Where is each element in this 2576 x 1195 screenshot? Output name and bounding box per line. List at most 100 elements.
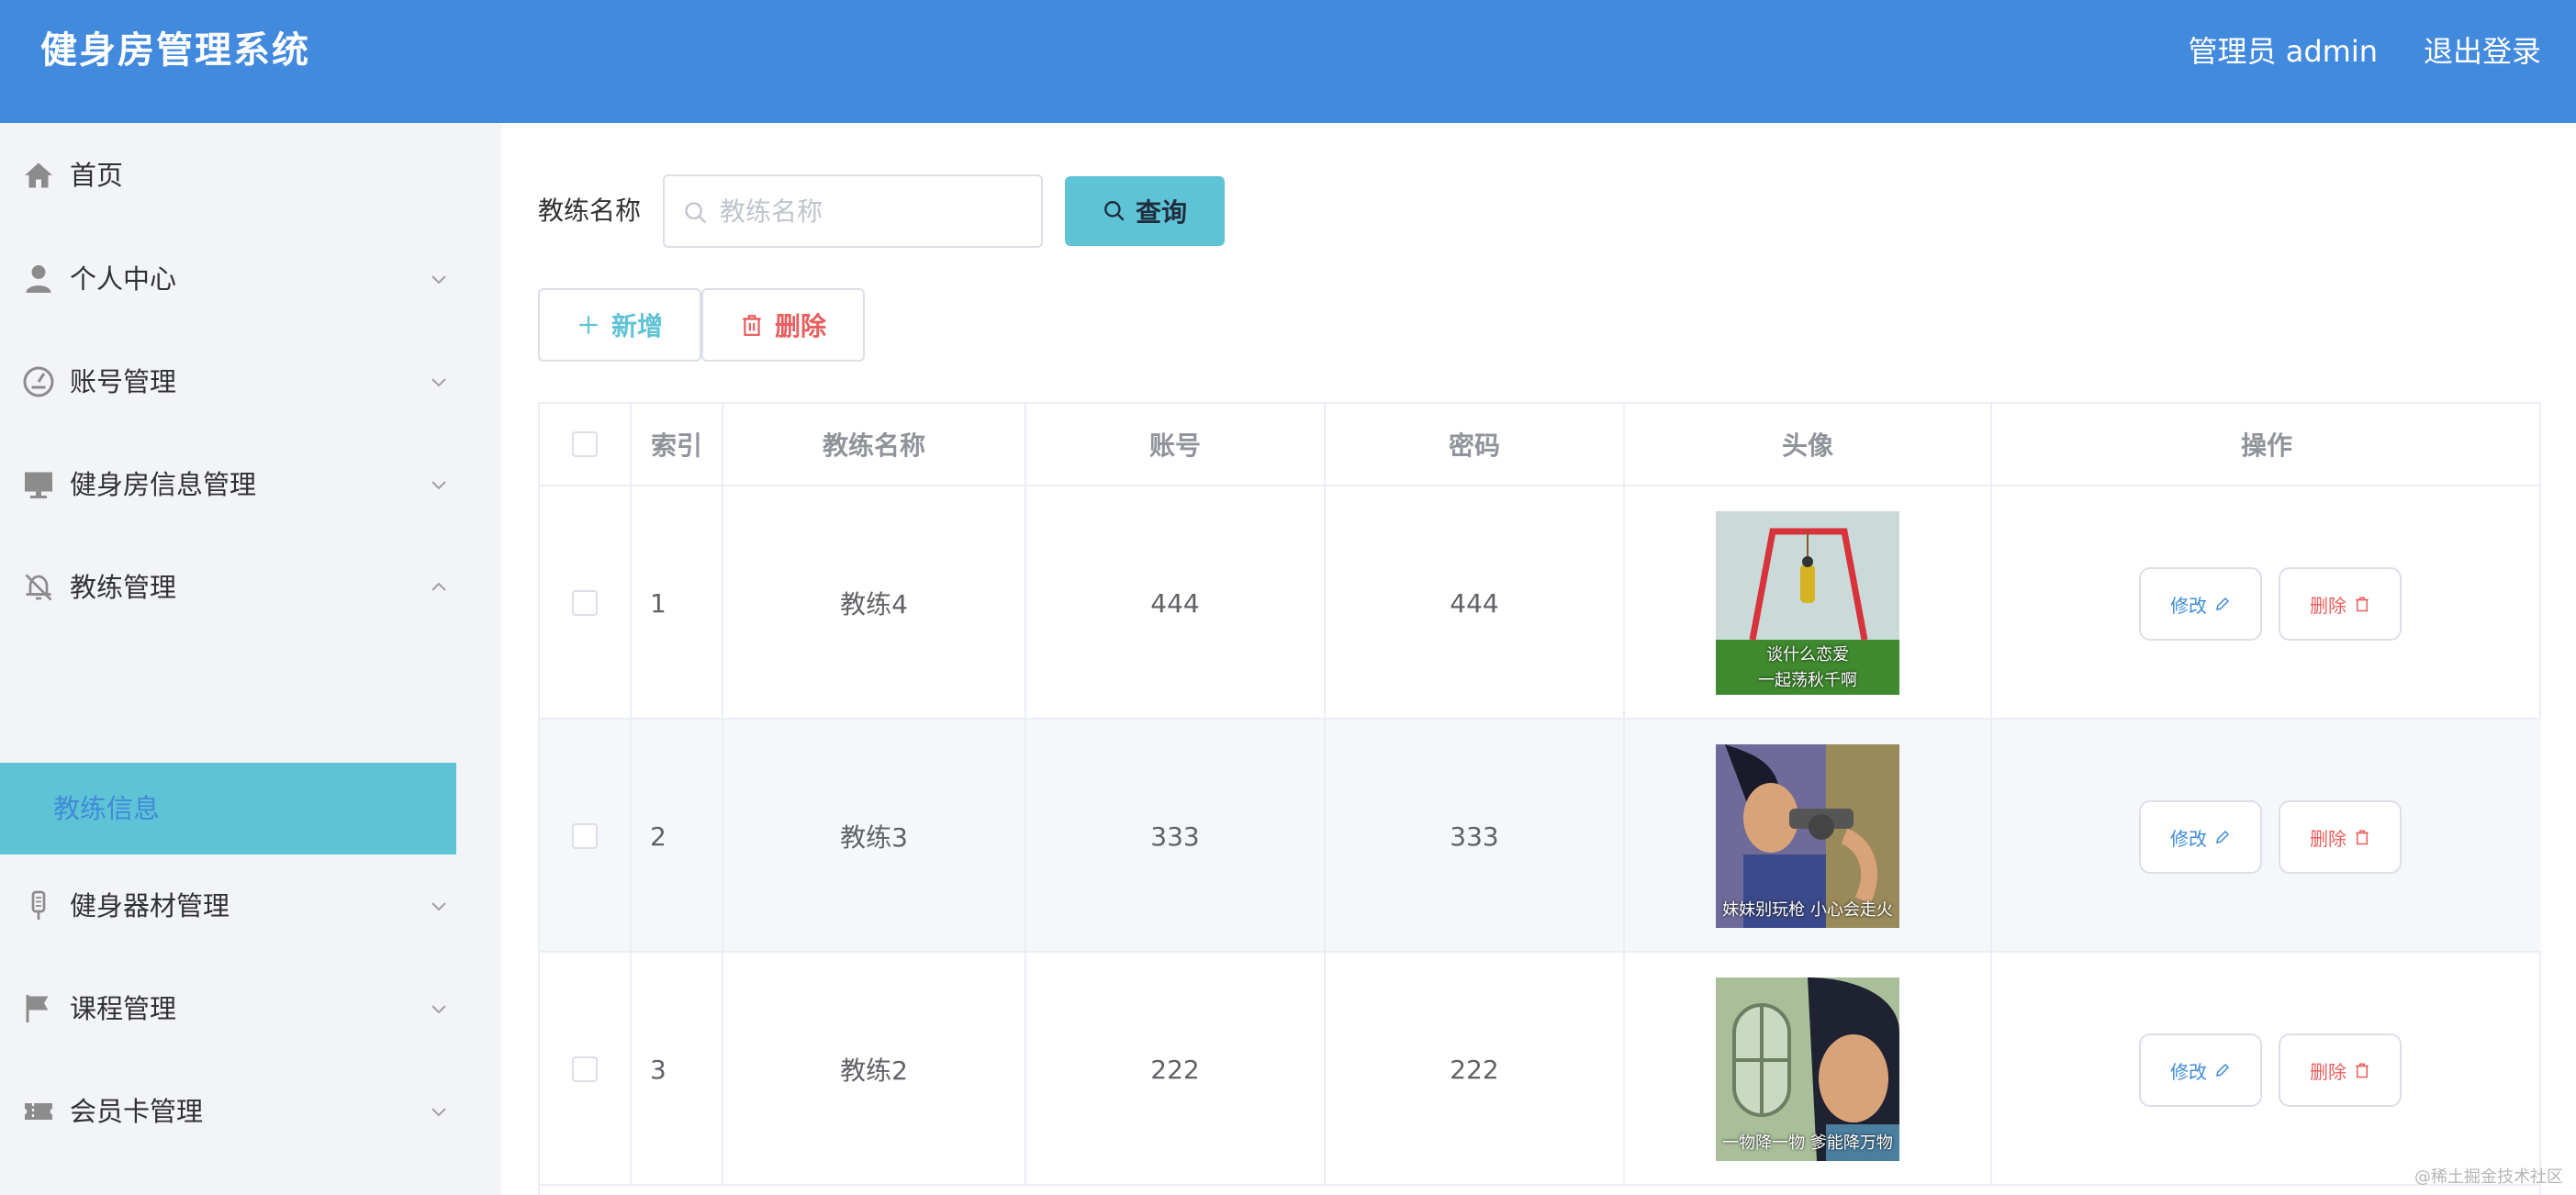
- sidebar-item-label: 账号管理: [70, 366, 177, 397]
- password-cell: 444: [1326, 486, 1625, 720]
- edit-button[interactable]: 修改: [2139, 567, 2262, 641]
- column-header[interactable]: 头像: [1625, 404, 1992, 486]
- search-input[interactable]: [720, 189, 1023, 233]
- flag-icon: [26, 995, 49, 1022]
- delete-button-label: 删除: [2310, 594, 2346, 617]
- logout-button[interactable]: 退出登录: [2424, 31, 2541, 72]
- sidebar-item-coach-management[interactable]: 教练管理: [0, 542, 456, 633]
- sidebar-item-label: 健身器材管理: [70, 890, 230, 921]
- sidebar-subitem-label: 教练信息: [53, 793, 161, 824]
- avatar: 妹妹别玩枪 小心会走火: [1716, 744, 1899, 928]
- table-row: 2 教练3 333 333 妹妹别玩枪 小心会走火 修改 删除: [540, 720, 2541, 953]
- avatar-caption: 一物降一物 爹能降万物: [1722, 1134, 1893, 1153]
- sidebar-item-gym-info-management[interactable]: 健身房信息管理: [0, 439, 456, 530]
- coach-name-cell: 教练4: [723, 486, 1026, 720]
- sidebar-item-home[interactable]: 首页: [0, 129, 456, 221]
- edit-button[interactable]: 修改: [2139, 800, 2262, 874]
- avatar: 谈什么恋爱 一起荡秋千啊: [1716, 511, 1899, 695]
- microphone-icon: [31, 890, 46, 920]
- main-content: 教练名称 查询 新增 删除 索引 教练名称 账号 密码 头像 操作 1 教练4 …: [501, 123, 2576, 1195]
- avatar-cell: 一物降一物 爹能降万物: [1625, 953, 1992, 1186]
- app-title: 健身房管理系统: [40, 29, 310, 72]
- sidebar-item-course-management[interactable]: 课程管理: [0, 963, 456, 1055]
- dashboard-icon: [23, 366, 54, 397]
- account-cell: 222: [1026, 953, 1326, 1186]
- avatar-caption: 一起荡秋千啊: [1758, 671, 1857, 690]
- table-row: 1 教练4 444 444 谈什么恋爱 一起荡秋千啊 修改 删除: [540, 486, 2541, 720]
- user-icon: [26, 265, 51, 293]
- operation-cell: 修改 删除: [1992, 953, 2541, 1186]
- coach-name-cell: 教练2: [723, 953, 1026, 1186]
- add-button[interactable]: 新增: [538, 288, 701, 362]
- avatar-caption: 谈什么恋爱: [1766, 645, 1849, 665]
- sidebar-item-label: 课程管理: [70, 993, 177, 1024]
- query-button[interactable]: 查询: [1065, 176, 1225, 246]
- coach-name-cell: 教练3: [723, 720, 1026, 953]
- search-icon: [1104, 201, 1125, 221]
- trash-icon: [2356, 1063, 2369, 1078]
- password-cell: 333: [1326, 720, 1625, 953]
- select-all-checkbox[interactable]: [572, 431, 598, 457]
- current-user: 管理员 admin: [2188, 34, 2378, 69]
- account-cell: 333: [1026, 720, 1326, 953]
- delete-button[interactable]: 删除: [2279, 1033, 2402, 1107]
- column-header[interactable]: 密码: [1326, 404, 1625, 486]
- trash-icon: [2356, 597, 2369, 612]
- trash-icon: [2356, 830, 2369, 845]
- sidebar-item-label: 健身房信息管理: [70, 469, 257, 500]
- edit-button-label: 修改: [2170, 1060, 2207, 1083]
- operation-cell: 修改 删除: [1992, 486, 2541, 720]
- edit-button[interactable]: 修改: [2139, 1033, 2262, 1107]
- edit-icon: [2216, 830, 2230, 843]
- batch-delete-button-label: 删除: [774, 311, 826, 341]
- edit-icon: [2216, 597, 2230, 610]
- index-cell: 3: [632, 953, 723, 1186]
- app-header: 健身房管理系统 管理员 admin 退出登录: [0, 0, 2576, 123]
- row-select-cell: [540, 720, 632, 953]
- edit-button-label: 修改: [2170, 594, 2207, 617]
- avatar-image: [1716, 511, 1899, 695]
- avatar-caption: 妹妹别玩枪 小心会走火: [1722, 900, 1893, 920]
- row-select-cell: [540, 953, 632, 1186]
- chevron-up-icon: [431, 582, 446, 591]
- search-box[interactable]: [663, 174, 1043, 248]
- sidebar-item-member-card-management[interactable]: 会员卡管理: [0, 1066, 456, 1157]
- sidebar-item-equipment-management[interactable]: 健身器材管理: [0, 860, 456, 952]
- row-checkbox[interactable]: [572, 1056, 598, 1082]
- coach-table: 索引 教练名称 账号 密码 头像 操作 1 教练4 444 444 谈什么恋爱 …: [538, 402, 2541, 1195]
- sidebar-item-label: 教练管理: [70, 572, 177, 603]
- index-cell: 1: [632, 486, 723, 720]
- monitor-icon: [25, 472, 52, 498]
- ticket-icon: [25, 1103, 52, 1120]
- sidebar: 首页 个人中心 账号管理 健身房信息管理 教练管理 教练信息 健身器材管理 课程…: [0, 123, 501, 1195]
- column-header[interactable]: 索引: [632, 404, 723, 486]
- sidebar-item-account-management[interactable]: 账号管理: [0, 336, 456, 428]
- delete-button-label: 删除: [2310, 827, 2346, 850]
- sidebar-item-label: 个人中心: [70, 263, 177, 295]
- sidebar-subitem-coach-info[interactable]: 教练信息: [0, 763, 456, 854]
- row-select-cell: [540, 486, 632, 720]
- column-header[interactable]: 操作: [1992, 404, 2541, 486]
- watermark: @稀土掘金技术社区: [2414, 1167, 2563, 1187]
- edit-button-label: 修改: [2170, 827, 2207, 850]
- avatar: 一物降一物 爹能降万物: [1716, 977, 1899, 1161]
- delete-button[interactable]: 删除: [2279, 800, 2402, 874]
- row-checkbox[interactable]: [572, 823, 598, 849]
- password-cell: 222: [1326, 953, 1625, 1186]
- table-row: 3 教练2 222 222 一物降一物 爹能降万物 修改 删除: [540, 953, 2541, 1186]
- batch-delete-button[interactable]: 删除: [701, 288, 865, 362]
- avatar-cell: 谈什么恋爱 一起荡秋千啊: [1625, 486, 1992, 720]
- sidebar-item-personal-center[interactable]: 个人中心: [0, 233, 456, 325]
- delete-button-label: 删除: [2310, 1060, 2346, 1083]
- avatar-cell: 妹妹别玩枪 小心会走火: [1625, 720, 1992, 953]
- delete-button[interactable]: 删除: [2279, 567, 2402, 641]
- chevron-down-icon: [431, 902, 446, 911]
- select-all-cell: [540, 404, 632, 486]
- index-cell: 2: [632, 720, 723, 953]
- chevron-down-icon: [431, 1005, 446, 1014]
- add-button-label: 新增: [610, 311, 663, 341]
- column-header[interactable]: 账号: [1026, 404, 1326, 486]
- query-button-label: 查询: [1135, 197, 1187, 228]
- column-header[interactable]: 教练名称: [723, 404, 1026, 486]
- row-checkbox[interactable]: [572, 590, 598, 616]
